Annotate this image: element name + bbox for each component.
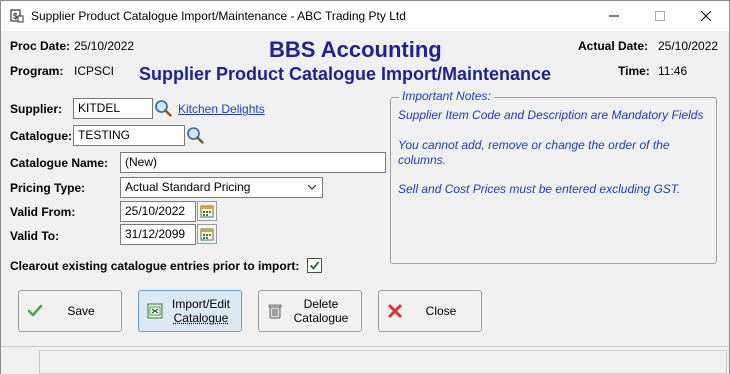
- catalogue-name-input[interactable]: (New): [120, 152, 386, 173]
- clearout-label: Clearout existing catalogue entries prio…: [10, 259, 300, 273]
- catalogue-name-label: Catalogue Name:: [10, 156, 109, 170]
- status-bar: [1, 346, 729, 374]
- checkmark-icon: [27, 304, 43, 317]
- chevron-down-icon: [307, 184, 317, 190]
- screen-title: Supplier Product Catalogue Import/Mainte…: [139, 64, 552, 84]
- delete-catalogue-label: Delete Catalogue: [285, 291, 357, 331]
- window-title: Supplier Product Catalogue Import/Mainte…: [31, 9, 406, 23]
- delete-label-line2: Catalogue: [293, 311, 349, 325]
- valid-from-label: Valid From:: [10, 205, 76, 219]
- proc-date-label: Proc Date:: [10, 39, 71, 53]
- program-label: Program:: [10, 64, 64, 78]
- close-icon: [701, 11, 711, 21]
- trash-icon: [268, 304, 282, 319]
- supplier-label: Supplier:: [10, 102, 63, 116]
- pricing-type-select[interactable]: Actual Standard Pricing: [120, 177, 323, 198]
- magnifier-icon: [155, 100, 172, 117]
- status-bar-panel: [39, 350, 727, 374]
- catalogue-label: Catalogue:: [10, 129, 73, 143]
- delete-catalogue-button[interactable]: Delete Catalogue: [258, 290, 362, 332]
- important-notes-legend: Important Notes:: [399, 89, 494, 103]
- valid-from-input[interactable]: 25/10/2022: [120, 201, 196, 222]
- valid-to-label: Valid To:: [10, 229, 60, 243]
- pricing-type-label: Pricing Type:: [10, 181, 86, 195]
- minimize-button[interactable]: [591, 1, 637, 31]
- save-button-label: Save: [67, 304, 95, 318]
- program-value: ICPSCI: [74, 64, 115, 78]
- important-notes-box: [390, 97, 717, 264]
- import-edit-label-line1: Import/Edit: [171, 297, 231, 311]
- actual-date-label: Actual Date:: [578, 39, 649, 53]
- valid-to-input[interactable]: 31/12/2099: [120, 224, 196, 245]
- company-title: BBS Accounting: [269, 37, 442, 62]
- time-label: Time:: [618, 64, 650, 78]
- supplier-code-input[interactable]: KITDEL: [73, 98, 153, 119]
- time-value: 11:46: [658, 64, 688, 78]
- import-edit-label-line2: Catalogue: [173, 311, 229, 325]
- red-x-icon: [388, 304, 402, 318]
- note-line-4: Sell and Cost Prices must be entered exc…: [398, 182, 681, 196]
- close-window-button[interactable]: [683, 1, 729, 31]
- import-edit-catalogue-button[interactable]: Import/Edit Catalogue: [138, 290, 242, 332]
- maximize-button[interactable]: [637, 1, 683, 31]
- catalogue-lookup-button[interactable]: [185, 125, 205, 145]
- app-icon: $: [10, 9, 24, 23]
- proc-date-value: 25/10/2022: [74, 39, 135, 53]
- actual-date-value: 25/10/2022: [658, 39, 719, 53]
- maximize-icon: [655, 11, 665, 21]
- spreadsheet-icon: [147, 303, 163, 319]
- save-button[interactable]: Save: [18, 290, 122, 332]
- window: $ Supplier Product Catalogue Import/Main…: [0, 0, 730, 374]
- note-line-3: columns.: [398, 153, 447, 167]
- magnifier-icon: [187, 127, 204, 144]
- close-button[interactable]: Close: [378, 290, 482, 332]
- delete-label-line1: Delete: [303, 297, 339, 311]
- import-edit-catalogue-label: Import/Edit Catalogue: [165, 291, 237, 331]
- calendar-icon: [200, 228, 214, 241]
- calendar-icon: [200, 205, 214, 218]
- svg-text:$: $: [13, 12, 18, 21]
- close-button-label: Close: [425, 304, 457, 318]
- pricing-type-value: Actual Standard Pricing: [125, 180, 251, 194]
- note-line-2: You cannot add, remove or change the ord…: [398, 138, 670, 152]
- valid-to-calendar-button[interactable]: [197, 224, 217, 244]
- minimize-icon: [609, 15, 619, 17]
- title-bar: $ Supplier Product Catalogue Import/Main…: [1, 1, 729, 31]
- note-line-1: Supplier Item Code and Description are M…: [398, 108, 704, 122]
- catalogue-code-input[interactable]: TESTING: [73, 125, 185, 146]
- supplier-lookup-button[interactable]: [153, 98, 173, 118]
- supplier-name-link[interactable]: Kitchen Delights: [178, 102, 265, 116]
- checkmark-icon: [309, 261, 320, 270]
- clearout-checkbox[interactable]: [307, 258, 322, 273]
- valid-from-calendar-button[interactable]: [197, 201, 217, 221]
